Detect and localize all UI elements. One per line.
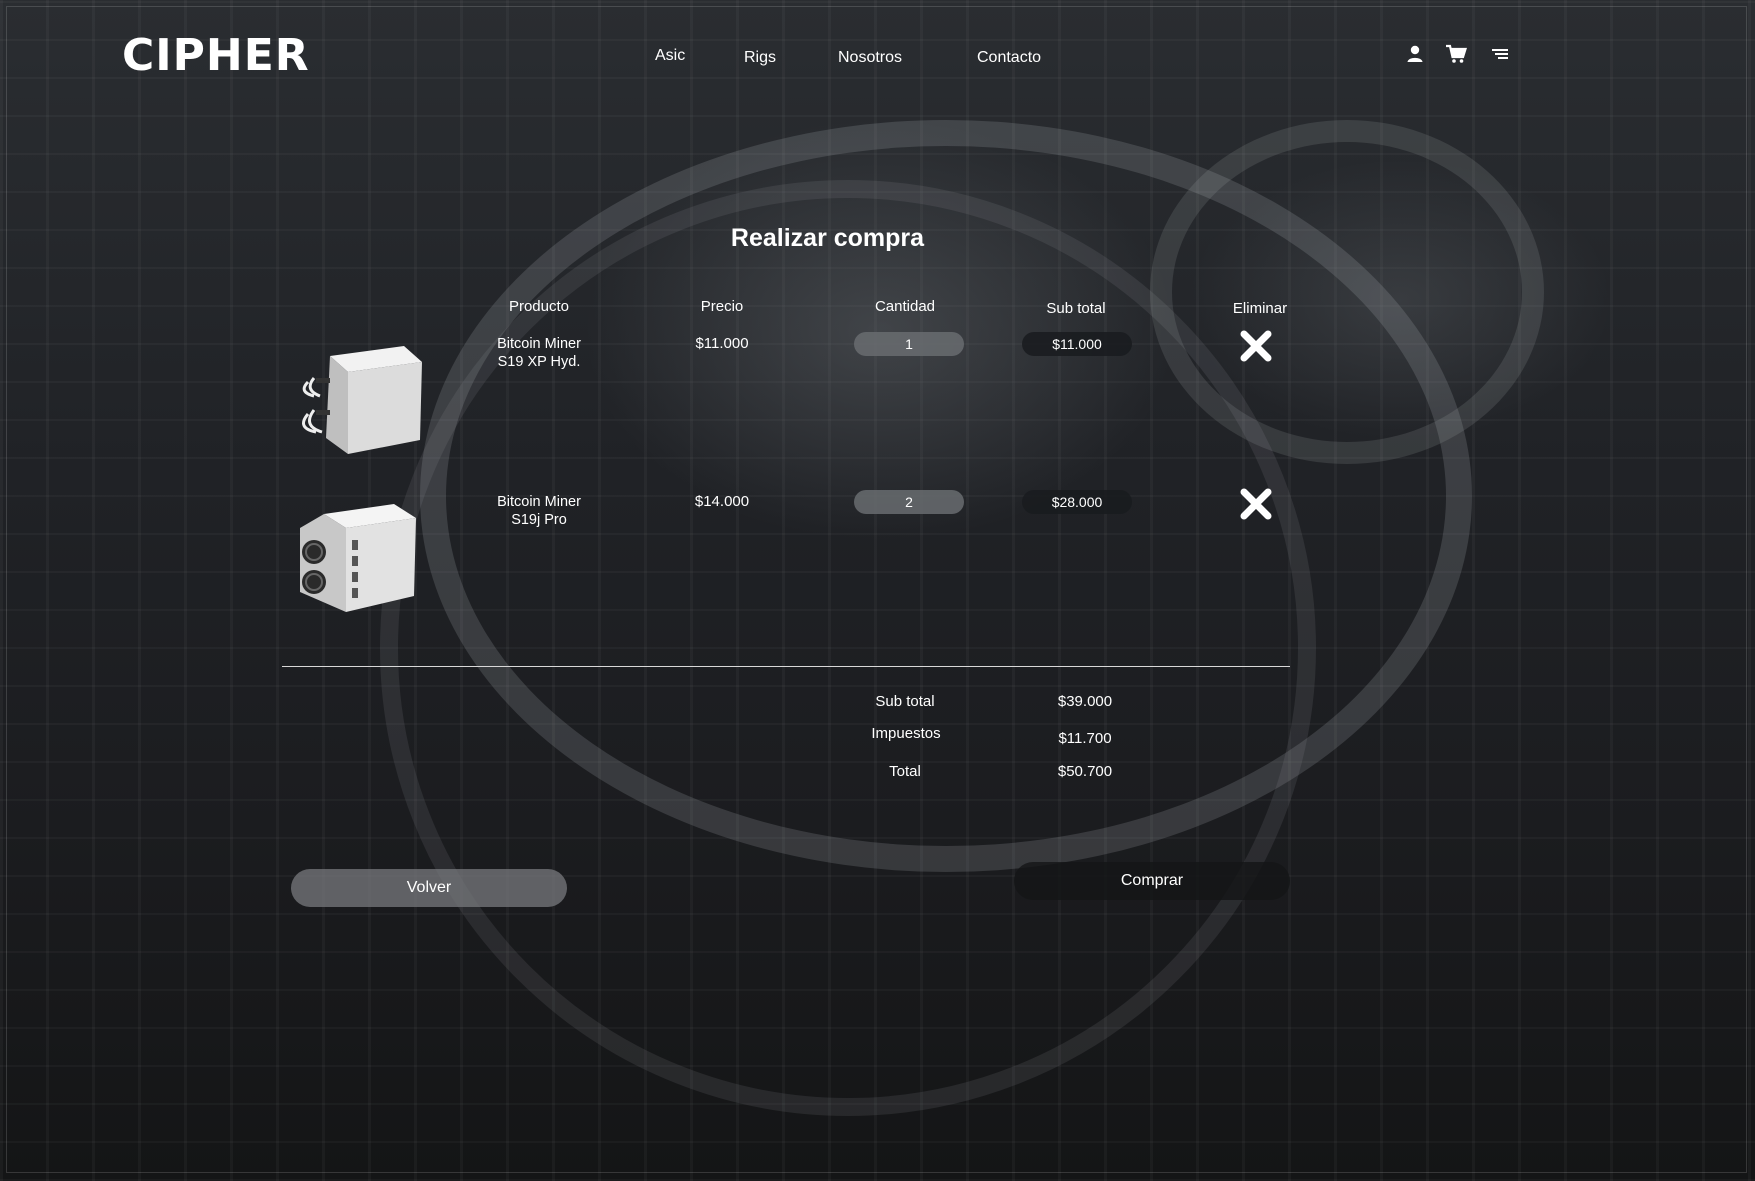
product-name-line1: Bitcoin Miner bbox=[497, 494, 581, 510]
header-product: Producto bbox=[508, 298, 570, 315]
delete-icon[interactable] bbox=[1239, 487, 1273, 521]
nav-link-nosotros[interactable]: Nosotros bbox=[838, 49, 902, 67]
menu-icon[interactable] bbox=[1490, 44, 1510, 64]
product-image-s19xp bbox=[290, 342, 422, 458]
page-title: Realizar compra bbox=[730, 224, 925, 252]
summary-subtotal-label: Sub total bbox=[875, 693, 935, 710]
product-price: $14.000 bbox=[694, 493, 750, 510]
row-subtotal: $28.000 bbox=[1022, 490, 1132, 514]
summary-subtotal-value: $39.000 bbox=[1057, 693, 1113, 710]
header-price: Precio bbox=[700, 298, 744, 315]
summary-tax-value: $11.700 bbox=[1058, 730, 1112, 747]
product-name-line2: S19j Pro bbox=[511, 512, 567, 528]
quantity-field[interactable]: 2 bbox=[854, 490, 964, 514]
divider bbox=[282, 666, 1290, 667]
delete-icon[interactable] bbox=[1239, 329, 1273, 363]
brand-logo[interactable]: CIPHER bbox=[122, 30, 310, 81]
summary-tax-label: Impuestos bbox=[871, 725, 941, 742]
buy-button[interactable]: Comprar bbox=[1014, 862, 1290, 900]
nav-link-contacto[interactable]: Contacto bbox=[977, 49, 1041, 67]
page-frame bbox=[6, 6, 1747, 1173]
cart-icon[interactable] bbox=[1445, 44, 1467, 64]
summary-total-label: Total bbox=[889, 763, 921, 780]
product-price: $11.000 bbox=[695, 335, 749, 352]
quantity-field[interactable]: 1 bbox=[854, 332, 964, 356]
nav-link-asic[interactable]: Asic bbox=[655, 47, 685, 65]
user-icon[interactable] bbox=[1405, 44, 1425, 64]
product-name-line2: S19 XP Hyd. bbox=[497, 354, 581, 370]
product-image-s19j-pro bbox=[294, 500, 420, 616]
header-quantity: Cantidad bbox=[874, 298, 936, 315]
nav-link-rigs[interactable]: Rigs bbox=[744, 49, 776, 67]
summary-total-value: $50.700 bbox=[1057, 763, 1113, 780]
header-delete: Eliminar bbox=[1232, 300, 1288, 317]
product-name-line1: Bitcoin Miner bbox=[497, 336, 581, 352]
header-subtotal: Sub total bbox=[1046, 300, 1106, 317]
row-subtotal: $11.000 bbox=[1022, 332, 1132, 356]
back-button[interactable]: Volver bbox=[291, 869, 567, 907]
